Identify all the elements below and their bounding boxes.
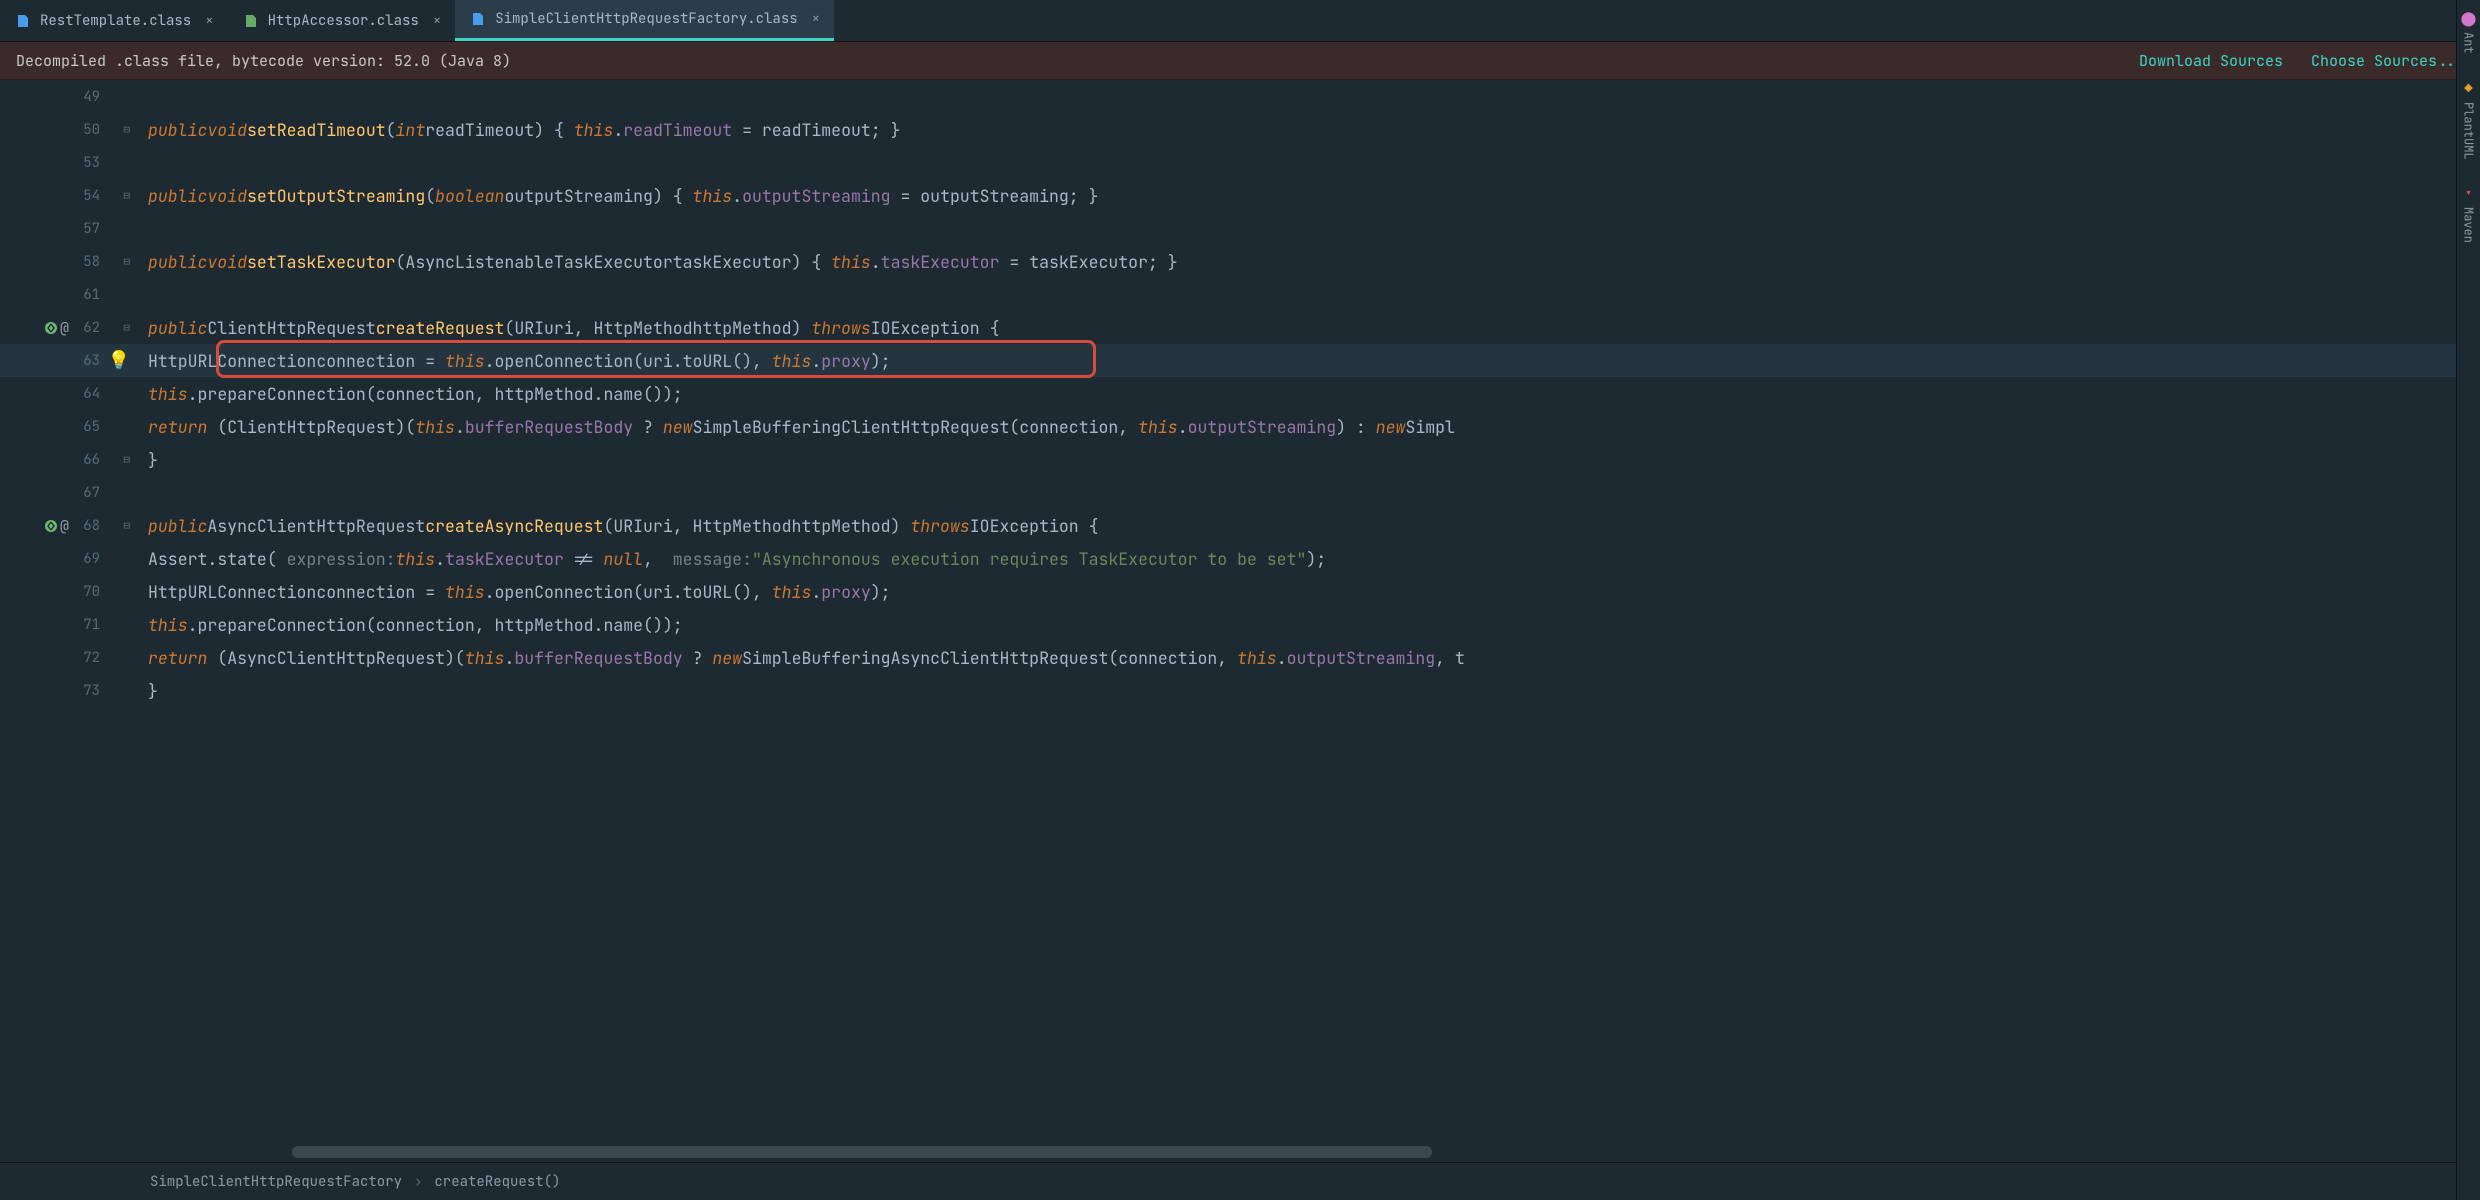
fold-icon[interactable]: ⊟ [123, 255, 130, 269]
fold-icon[interactable]: ⊟ [123, 189, 130, 203]
sidebar-item-plantuml[interactable]: ◆PlantUML [2461, 80, 2477, 160]
fold-icon[interactable]: ⊟ [123, 453, 130, 467]
horizontal-scrollbar[interactable] [292, 1146, 1432, 1158]
line-number: 69 [72, 550, 100, 568]
annotation-icon: @ [60, 516, 69, 536]
maven-icon: ▾ [2464, 185, 2472, 203]
breadcrumb-separator: › [414, 1173, 422, 1191]
breadcrumb-class[interactable]: SimpleClientHttpRequestFactory [150, 1173, 402, 1191]
choose-sources-link[interactable]: Choose Sources... [2311, 51, 2464, 71]
plantuml-icon: ◆ [2464, 80, 2472, 98]
intention-bulb-icon[interactable]: 💡 [108, 349, 130, 372]
fold-icon[interactable]: ⊟ [123, 123, 130, 137]
line-number: 61 [72, 286, 100, 304]
line-number: 71 [72, 616, 100, 634]
banner-message: Decompiled .class file, bytecode version… [16, 51, 511, 71]
line-number: 49 [72, 88, 100, 106]
line-number: 64 [72, 385, 100, 403]
fold-icon[interactable]: ⊟ [123, 519, 130, 533]
tab-label: HttpAccessor.class [268, 12, 419, 30]
editor-area: 49 50 ⊟ 53 54 ⊟ 57 58 ⊟ 61 @62 ⊟ 💡 63 64 65 6… [0, 80, 2480, 1162]
sidebar-item-ant[interactable]: ⬤Ant [2461, 10, 2477, 54]
close-icon[interactable]: × [812, 10, 820, 28]
breadcrumb: SimpleClientHttpRequestFactory › createR… [0, 1162, 2480, 1200]
line-number: 50 [72, 121, 100, 139]
line-number: 54 [72, 187, 100, 205]
tab-resttemplate[interactable]: RestTemplate.class × [0, 0, 228, 41]
breadcrumb-method[interactable]: createRequest() [434, 1173, 560, 1191]
line-number: 62 [72, 319, 100, 337]
line-number: 65 [72, 418, 100, 436]
line-number: 63 [72, 352, 100, 370]
line-number: 70 [72, 583, 100, 601]
override-icon[interactable] [44, 519, 58, 533]
line-number: 68 [72, 517, 100, 535]
line-number: 73 [72, 682, 100, 700]
editor-tabs: RestTemplate.class × HttpAccessor.class … [0, 0, 2480, 42]
close-icon[interactable]: × [433, 12, 441, 30]
gutter: 49 50 ⊟ 53 54 ⊟ 57 58 ⊟ 61 @62 ⊟ 💡 63 64 65 6… [0, 80, 140, 1162]
line-number: 58 [72, 253, 100, 271]
ant-icon: ⬤ [2461, 10, 2477, 28]
tab-simpleclienthttprequestfactory[interactable]: SimpleClientHttpRequestFactory.class × [455, 0, 834, 41]
tab-httpaccessor[interactable]: HttpAccessor.class × [228, 0, 456, 41]
tab-label: RestTemplate.class [40, 12, 191, 30]
line-number: 57 [72, 220, 100, 238]
download-sources-link[interactable]: Download Sources [2139, 51, 2283, 71]
class-file-icon [469, 10, 487, 28]
fold-icon[interactable]: ⊟ [123, 321, 130, 335]
sidebar-item-maven[interactable]: ▾Maven [2461, 185, 2477, 243]
line-number: 53 [72, 154, 100, 172]
decompiled-banner: Decompiled .class file, bytecode version… [0, 42, 2480, 80]
code-content[interactable]: public void setReadTimeout(int readTimeo… [140, 80, 2480, 1162]
override-icon[interactable] [44, 321, 58, 335]
annotation-icon: @ [60, 318, 69, 338]
class-file-icon [242, 12, 260, 30]
close-icon[interactable]: × [205, 12, 213, 30]
line-number: 66 [72, 451, 100, 469]
line-number: 72 [72, 649, 100, 667]
line-number: 67 [72, 484, 100, 502]
class-file-icon [14, 12, 32, 30]
right-tool-sidebar: ⬤Ant ◆PlantUML ▾Maven [2456, 0, 2480, 1200]
tab-label: SimpleClientHttpRequestFactory.class [495, 10, 797, 28]
